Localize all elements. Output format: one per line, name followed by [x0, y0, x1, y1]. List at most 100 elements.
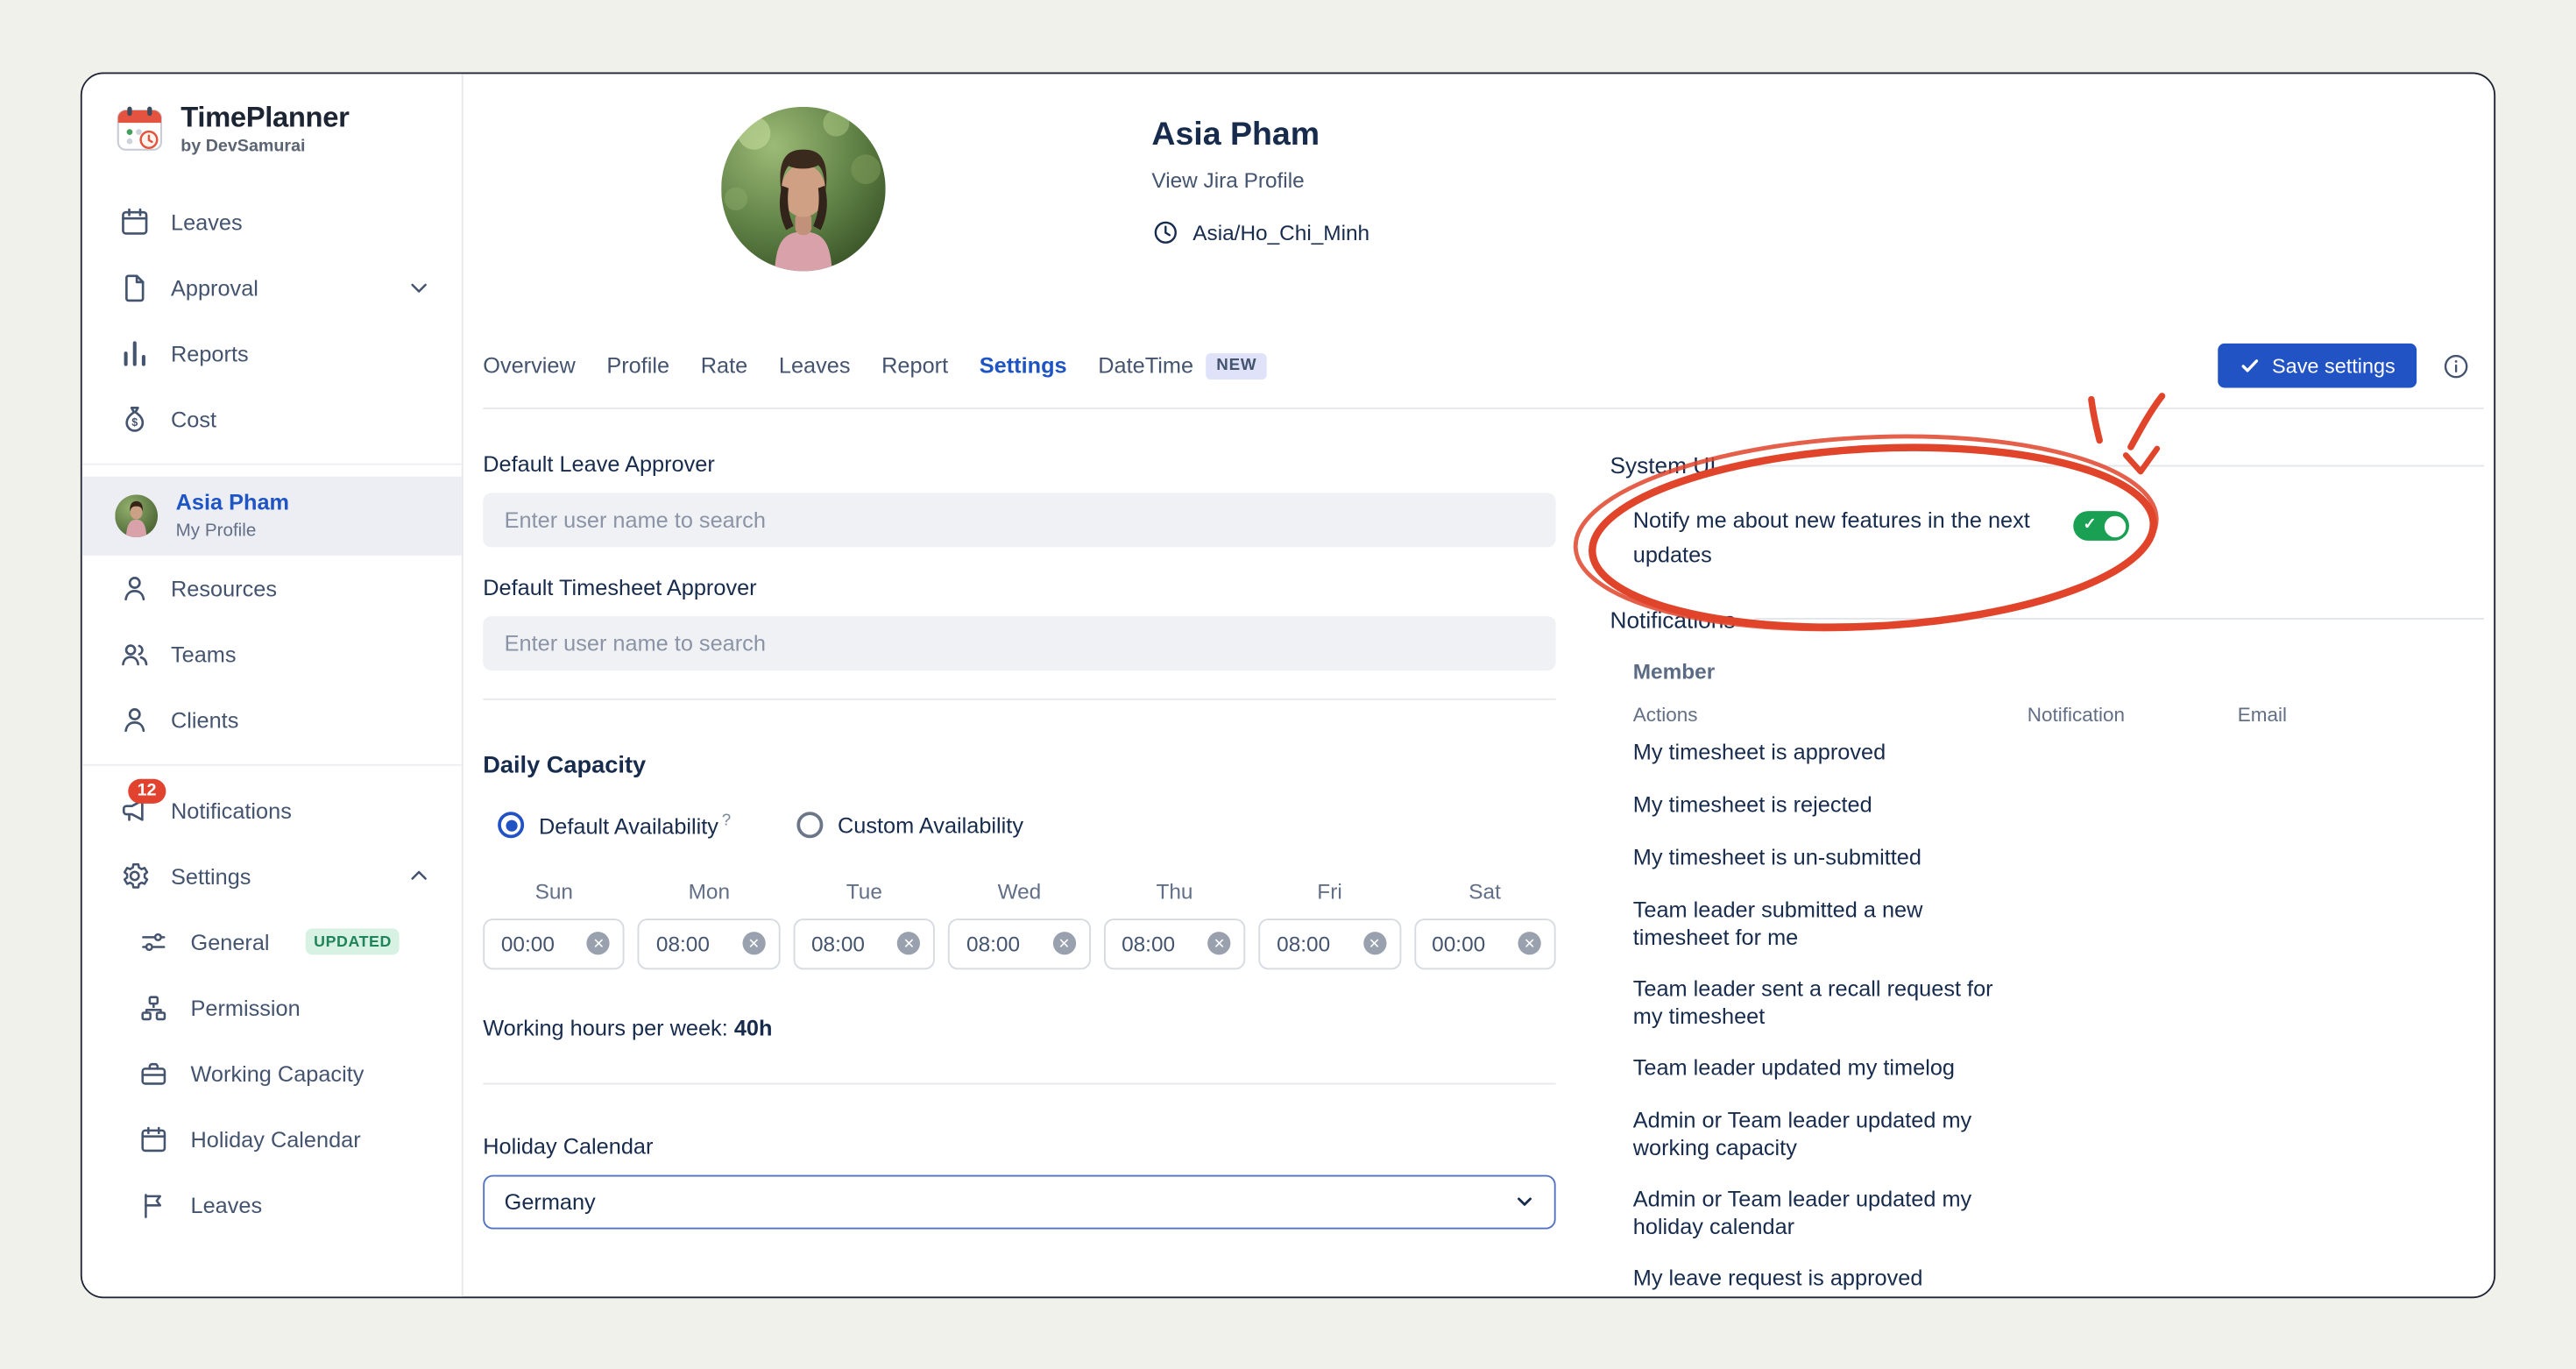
notification-row: Team leader sent a recall request for my…	[1633, 962, 2484, 1041]
sidebar-item-teams[interactable]: Teams	[82, 621, 462, 687]
chevron-down-icon	[1515, 1191, 1535, 1211]
chevron-down-icon	[402, 271, 435, 304]
settings-form: Default Leave Approver Default Timesheet…	[483, 452, 1555, 1297]
time-input-thu[interactable]: 08:00 ✕	[1103, 918, 1245, 968]
sidebar-item-notifications[interactable]: 12 Notifications	[82, 777, 462, 843]
notifications-table-header: Actions Notification Email	[1633, 703, 2484, 726]
time-value: 08:00	[656, 931, 710, 955]
sidebar-profile-name: Asia Pham	[176, 492, 289, 516]
sidebar-item-label: Reports	[171, 341, 435, 365]
sidebar-item-leaves[interactable]: Leaves	[82, 189, 462, 255]
clear-icon[interactable]: ✕	[1362, 932, 1385, 954]
notify-new-features-label: Notify me about new features in the next…	[1633, 505, 2037, 573]
day-label: Thu	[1103, 878, 1245, 903]
row-label: My timesheet is approved	[1633, 739, 2028, 767]
check-icon: ✓	[2261, 1124, 2274, 1140]
clear-icon[interactable]: ✕	[1207, 932, 1230, 954]
tab-leaves[interactable]: Leaves	[779, 353, 851, 378]
sidebar-item-my-profile[interactable]: Asia Pham My Profile	[82, 477, 462, 556]
info-icon[interactable]	[2441, 351, 2471, 380]
time-input-wed[interactable]: 08:00 ✕	[948, 918, 1090, 968]
time-value: 08:00	[1277, 931, 1330, 955]
time-input-tue[interactable]: 08:00 ✕	[793, 918, 935, 968]
clear-icon[interactable]: ✕	[897, 932, 920, 954]
radio-custom-availability[interactable]: Custom Availability	[796, 812, 1023, 839]
notification-row: Team leader updated my timelog ✓ ✓	[1633, 1041, 2484, 1094]
timesheet-approver-input[interactable]	[501, 629, 1538, 657]
clear-icon[interactable]: ✕	[742, 932, 765, 954]
time-input-mon[interactable]: 08:00 ✕	[638, 918, 780, 968]
notification-row: My timesheet is approved ✓ ✓	[1633, 726, 2484, 778]
working-hours-summary: Working hours per week: 40h	[483, 1015, 1555, 1039]
help-icon[interactable]: ?	[722, 812, 731, 830]
app-byline: by DevSamurai	[180, 137, 349, 157]
time-input-sun[interactable]: 00:00 ✕	[483, 918, 625, 968]
time-value: 08:00	[966, 931, 1020, 955]
timeplanner-window: TimePlanner by DevSamurai Leaves	[81, 73, 2495, 1299]
sidebar-item-label: Resources	[171, 576, 435, 600]
notification-row: My timesheet is un-submitted ✓ ✓	[1633, 831, 2484, 883]
time-input-sat[interactable]: 00:00 ✕	[1414, 918, 1556, 968]
timesheet-approver-label: Default Timesheet Approver	[483, 575, 1555, 599]
money-icon: $	[118, 402, 152, 436]
leave-approver-field[interactable]	[483, 493, 1555, 548]
timeplanner-logo-icon	[115, 103, 164, 153]
notifications-settings: System UI Notify me about new features i…	[1610, 452, 2485, 1297]
sidebar-item-cost[interactable]: $ Cost	[82, 387, 462, 452]
tab-rate[interactable]: Rate	[701, 353, 747, 378]
view-jira-profile-link[interactable]: View Jira Profile	[1151, 167, 1369, 192]
check-icon: ✓	[2261, 914, 2274, 930]
profile-photo	[721, 107, 886, 272]
check-icon: ✓	[2261, 796, 2274, 812]
row-label: Team leader submitted a new timesheet fo…	[1633, 896, 2028, 952]
check-icon: ✓	[2261, 1203, 2274, 1219]
sidebar-item-label: Teams	[171, 642, 435, 666]
tab-report[interactable]: Report	[881, 353, 948, 378]
sidebar-item-clients[interactable]: Clients	[82, 687, 462, 753]
leave-approver-input[interactable]	[501, 507, 1538, 535]
notifications-section-header: Notifications	[1610, 606, 2485, 633]
sidebar-subitem-holiday-calendar[interactable]: Holiday Calendar	[82, 1106, 462, 1172]
check-icon: ✓	[2050, 743, 2063, 759]
clear-icon[interactable]: ✕	[587, 932, 610, 954]
tab-settings[interactable]: Settings	[980, 353, 1067, 378]
sidebar-subitem-leaves[interactable]: Leaves	[82, 1172, 462, 1238]
sidebar-item-approval[interactable]: Approval	[82, 255, 462, 321]
clear-icon[interactable]: ✕	[1052, 932, 1075, 954]
save-settings-label: Save settings	[2272, 354, 2396, 377]
sidebar-subitem-general[interactable]: General UPDATED	[82, 909, 462, 975]
sidebar-item-settings[interactable]: Settings	[82, 843, 462, 909]
sidebar-item-label: Leaves	[171, 209, 435, 234]
sidebar-item-reports[interactable]: Reports	[82, 321, 462, 387]
time-input-fri[interactable]: 08:00 ✕	[1259, 918, 1401, 968]
holiday-calendar-value: Germany	[505, 1189, 596, 1214]
sidebar-subitem-working-capacity[interactable]: Working Capacity	[82, 1040, 462, 1106]
calendar-icon	[118, 205, 152, 238]
row-label: Admin or Team leader updated my holiday …	[1633, 1185, 2028, 1241]
notify-new-features-toggle[interactable]: ✓	[2073, 511, 2129, 541]
sidebar-item-label: Approval	[171, 275, 383, 300]
check-icon: ✓	[2050, 1203, 2063, 1219]
tab-profile[interactable]: Profile	[606, 353, 669, 378]
check-icon: ✓	[2084, 517, 2097, 533]
holiday-calendar-select[interactable]: Germany	[483, 1174, 1555, 1229]
notification-count-badge: 12	[128, 779, 166, 804]
main-content: Asia Pham View Jira Profile Asia/Ho_Chi_…	[464, 74, 2495, 1296]
row-label: Team leader sent a recall request for my…	[1633, 975, 2028, 1031]
notification-row: Team leader submitted a new timesheet fo…	[1633, 883, 2484, 962]
app-logo-row: TimePlanner by DevSamurai	[82, 100, 462, 156]
sidebar-subitem-permission[interactable]: Permission	[82, 975, 462, 1040]
timesheet-approver-field[interactable]	[483, 616, 1555, 670]
tab-datetime[interactable]: DateTime NEW	[1098, 352, 1266, 379]
check-icon: ✓	[2261, 1059, 2274, 1075]
clear-icon[interactable]: ✕	[1518, 932, 1541, 954]
radio-default-availability[interactable]: Default Availability?	[498, 812, 731, 839]
section-divider	[483, 699, 1555, 700]
save-settings-button[interactable]: Save settings	[2218, 344, 2417, 388]
sidebar-item-resources[interactable]: Resources	[82, 556, 462, 621]
check-icon: ✓	[2050, 914, 2063, 930]
working-hours-label: Working hours per week:	[483, 1015, 728, 1039]
radio-unselected-dot	[796, 812, 823, 839]
tab-overview[interactable]: Overview	[483, 353, 575, 378]
person-icon	[118, 704, 152, 737]
